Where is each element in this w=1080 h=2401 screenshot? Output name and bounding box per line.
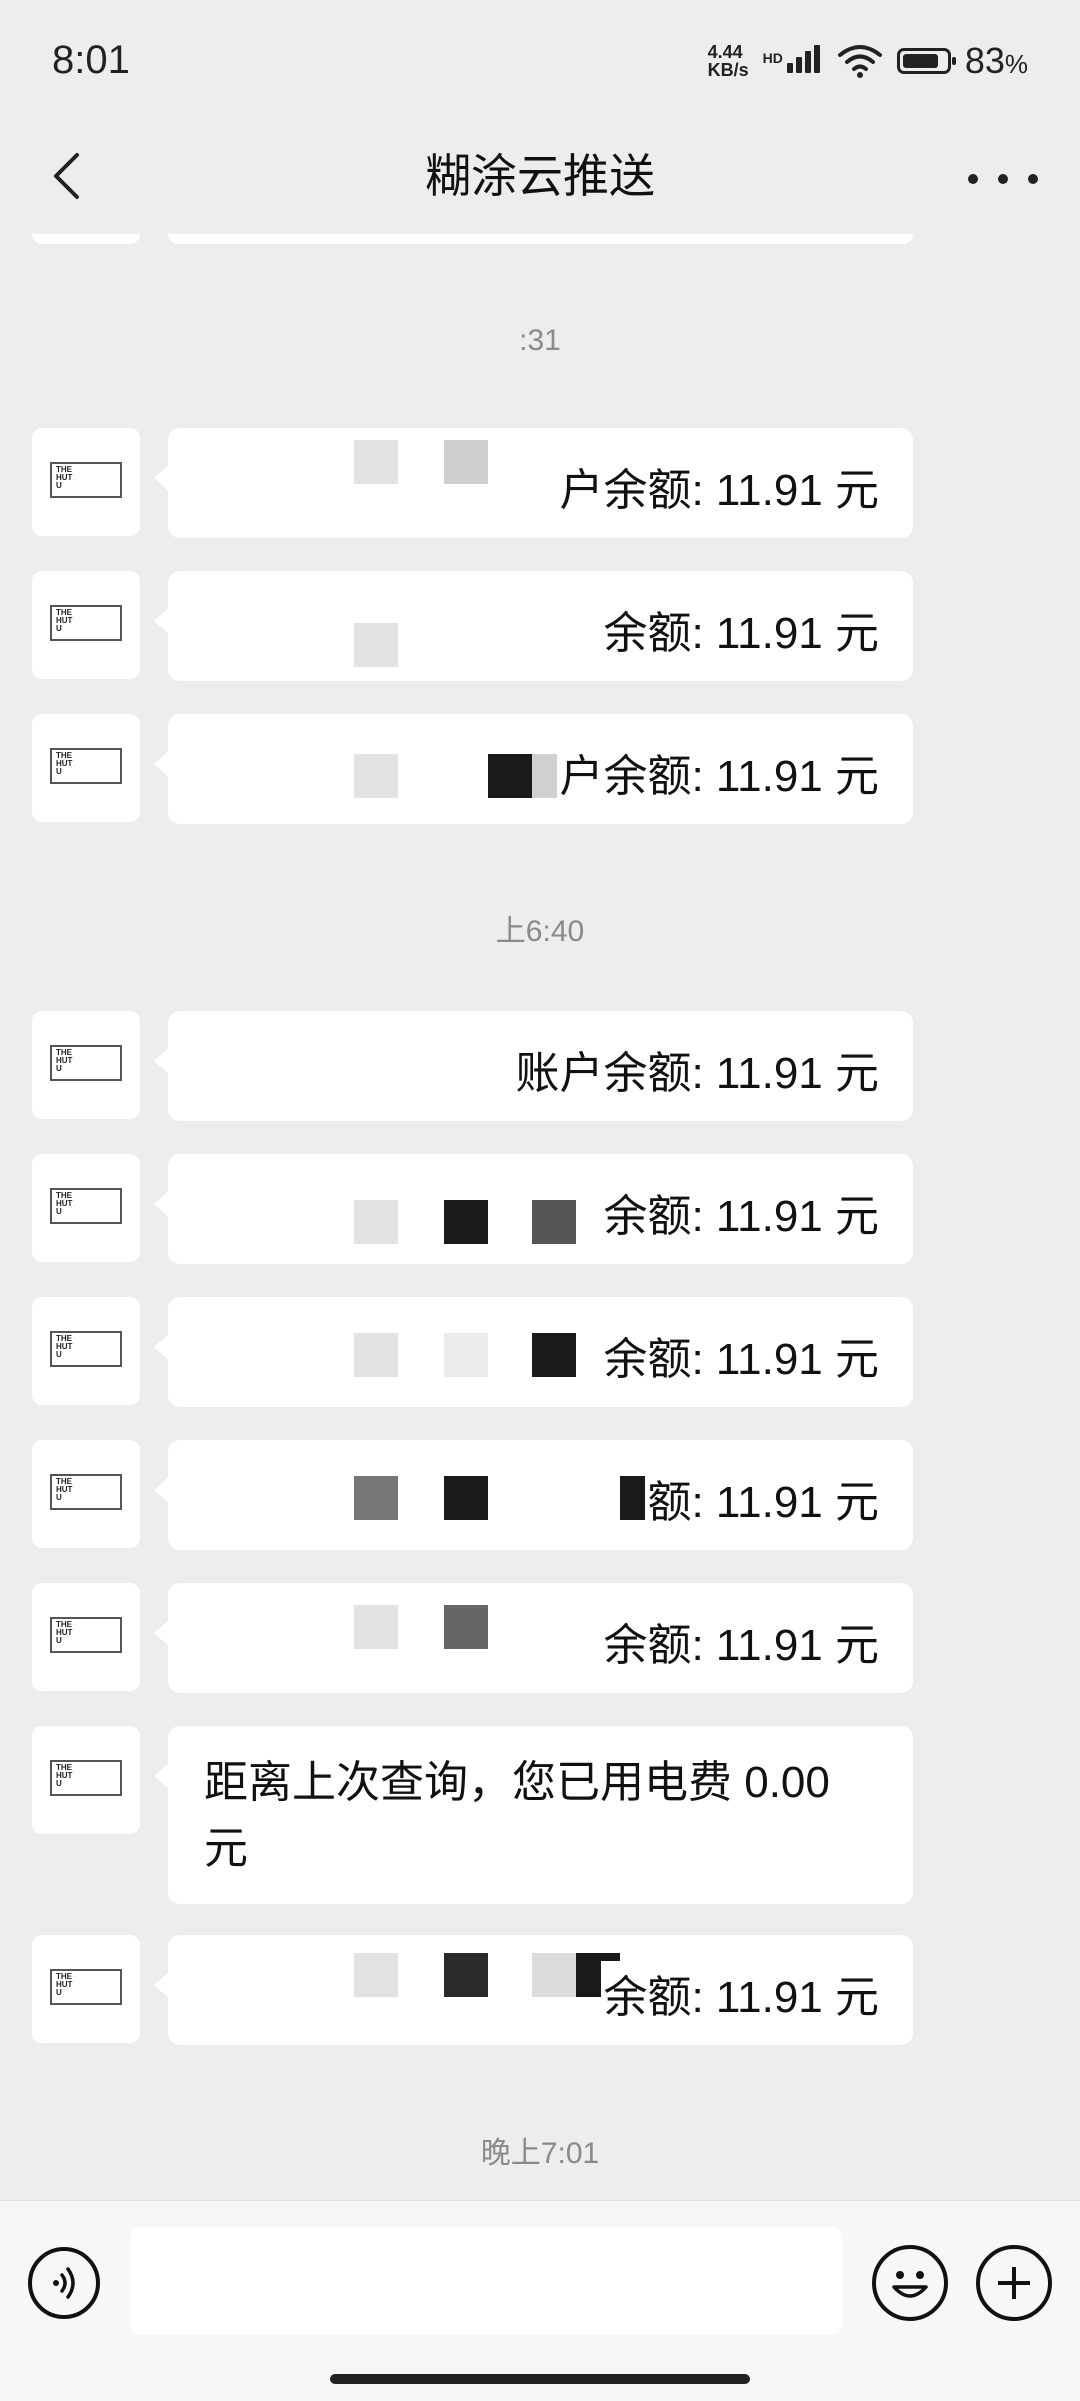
message-text: 户余额: 11.91 元: [557, 740, 879, 804]
more-options-button[interactable]: [968, 154, 1038, 204]
message-bubble[interactable]: 户余额: 11.91 元: [154, 428, 913, 538]
the-hut-logo-icon: THE HUT U: [50, 1617, 122, 1653]
message-bubble[interactable]: 账户余额: 11.91 元: [154, 1011, 913, 1121]
message-bubble[interactable]: 余额: 11.91 元: [154, 1935, 913, 2045]
more-dot-icon: [1028, 174, 1038, 184]
battery-percent-value: 83: [964, 40, 1005, 81]
status-icons: 4.44 KB/s HD 83%: [708, 40, 1028, 82]
avatar: [32, 234, 140, 244]
chat-message-list[interactable]: :31 THE HUT U 户余额: 11.91 元 THE HUT U 余额: 11.…: [0, 234, 1080, 2200]
status-bar: 8:01 4.44 KB/s HD 83%: [0, 0, 1080, 120]
avatar[interactable]: THE HUT U: [32, 1011, 140, 1119]
message-bubble[interactable]: 额: 11.91 元: [154, 1440, 913, 1550]
message-bubble[interactable]: 余额: 11.91 元: [154, 1297, 913, 1407]
message-bubble[interactable]: 余额: 11.91 元: [154, 571, 913, 681]
the-hut-logo-icon: THE HUT U: [50, 1969, 122, 2005]
voice-icon: [53, 2267, 75, 2299]
avatar[interactable]: THE HUT U: [32, 428, 140, 536]
chat-title: 糊涂云推送: [425, 150, 655, 202]
battery-icon: [896, 48, 956, 74]
battery-percent-unit: %: [1004, 49, 1028, 79]
smiley-icon: [892, 2271, 928, 2298]
time-separator: 晚上7:01: [480, 2137, 600, 2170]
message-bubble[interactable]: 余额: 11.91 元: [154, 1583, 913, 1693]
voice-input-button[interactable]: [28, 2247, 100, 2319]
message-text: 额: 11.91 元: [645, 1466, 879, 1530]
message-bubble[interactable]: 距离上次查询，您已用电费 0.00 元: [154, 1726, 913, 1904]
hd-badge: HD: [762, 50, 783, 66]
message-input[interactable]: [130, 2227, 842, 2335]
avatar[interactable]: THE HUT U: [32, 1583, 140, 1691]
the-hut-logo-icon: THE HUT U: [50, 1760, 122, 1796]
message-text: 户余额: 11.91 元: [557, 454, 879, 518]
message-text: 余额: 11.91 元: [601, 1323, 879, 1387]
chat-header: 糊涂云推送: [0, 120, 1080, 234]
avatar[interactable]: THE HUT U: [32, 714, 140, 822]
message-bubble[interactable]: 户余额: 11.91 元: [154, 714, 913, 824]
message-text: 余额: 11.91 元: [601, 597, 879, 661]
more-actions-button[interactable]: [976, 2245, 1052, 2321]
the-hut-logo-icon: THE HUT U: [50, 1474, 122, 1510]
avatar[interactable]: THE HUT U: [32, 571, 140, 679]
more-dot-icon: [968, 174, 978, 184]
network-speed-value: 4.44: [707, 42, 743, 62]
battery-percent: 83%: [965, 40, 1028, 82]
message-text: 账户余额: 11.91 元: [513, 1037, 879, 1101]
the-hut-logo-icon: THE HUT U: [50, 1331, 122, 1367]
message-bubble: [168, 234, 913, 244]
message-text: 余额: 11.91 元: [601, 1961, 879, 2025]
home-indicator[interactable]: [330, 2374, 750, 2384]
the-hut-logo-icon: THE HUT U: [50, 462, 122, 498]
network-speed-unit: KB/s: [707, 60, 749, 80]
message-text: 余额: 11.91 元: [601, 1180, 879, 1244]
more-dot-icon: [998, 174, 1008, 184]
the-hut-logo-icon: THE HUT U: [50, 1188, 122, 1224]
status-time: 8:01: [52, 38, 130, 82]
signal-icon: HD: [763, 40, 823, 82]
wifi-icon: [837, 45, 882, 78]
time-separator: 上6:40: [495, 915, 585, 948]
emoji-button[interactable]: [872, 2245, 948, 2321]
avatar[interactable]: THE HUT U: [32, 1440, 140, 1548]
message-text: 距离上次查询，您已用电费 0.00 元: [202, 1750, 884, 1882]
time-separator: :31: [519, 324, 561, 357]
message-bubble[interactable]: 余额: 11.91 元: [154, 1154, 913, 1264]
avatar[interactable]: THE HUT U: [32, 1154, 140, 1262]
the-hut-logo-icon: THE HUT U: [50, 605, 122, 641]
input-bar: [0, 2200, 1080, 2401]
the-hut-logo-icon: THE HUT U: [50, 748, 122, 784]
the-hut-logo-icon: THE HUT U: [50, 1045, 122, 1081]
avatar[interactable]: THE HUT U: [32, 1726, 140, 1834]
network-speed: 4.44 KB/s: [708, 43, 749, 79]
avatar[interactable]: THE HUT U: [32, 1297, 140, 1405]
message-text: 余额: 11.91 元: [601, 1609, 879, 1673]
avatar[interactable]: THE HUT U: [32, 1935, 140, 2043]
